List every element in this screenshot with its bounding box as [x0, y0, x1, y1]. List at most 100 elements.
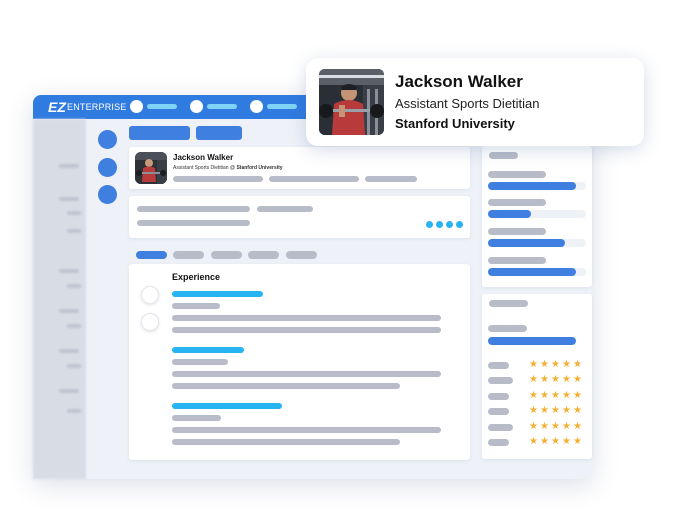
placeholder-line	[172, 359, 228, 365]
star-icon[interactable]: ★	[540, 360, 549, 370]
star-icon[interactable]: ★	[562, 390, 571, 401]
star-icon[interactable]: ★	[529, 360, 538, 370]
placeholder-line	[172, 415, 221, 421]
star-icon[interactable]: ★	[562, 437, 571, 447]
tab[interactable]	[248, 251, 279, 259]
sidebar-panel	[33, 119, 86, 479]
job-title[interactable]	[172, 403, 282, 409]
sidebar-item[interactable]	[67, 284, 81, 288]
star-icon[interactable]: ★	[540, 406, 549, 416]
pager-dot[interactable]	[436, 221, 443, 228]
star-icon[interactable]: ★	[562, 360, 571, 370]
sidebar-item[interactable]	[59, 197, 79, 201]
star-icon[interactable]: ★	[573, 421, 582, 432]
star-icon[interactable]: ★	[573, 360, 582, 370]
nav-dot-1[interactable]	[130, 100, 143, 113]
tab[interactable]	[173, 251, 204, 259]
star-icon[interactable]: ★	[540, 437, 549, 447]
star-icon[interactable]: ★	[529, 390, 538, 401]
action-button-1[interactable]	[129, 126, 190, 140]
skill-label	[488, 171, 546, 178]
nav-link-3[interactable]	[267, 104, 297, 109]
rating-label	[488, 423, 513, 431]
card-title	[489, 152, 518, 159]
sidebar-item[interactable]	[59, 309, 79, 313]
tab[interactable]	[211, 251, 242, 259]
sidebar-item[interactable]	[59, 269, 79, 273]
star-icon[interactable]: ★	[551, 406, 560, 416]
profile-org: Stanford University	[236, 165, 283, 171]
pager-dot[interactable]	[446, 221, 453, 228]
placeholder-line	[365, 176, 417, 182]
pager-dot[interactable]	[426, 221, 433, 228]
ratings-card: ★ ★ ★ ★ ★ ★ ★ ★ ★ ★ ★ ★ ★ ★ ★ ★ ★ ★ ★ ★ ★ ★ ★ ★ ★ ★ ★ ★ ★ ★	[482, 294, 592, 459]
avatar-photo	[135, 152, 167, 184]
nav-dot-2[interactable]	[190, 100, 203, 113]
star-icon[interactable]: ★	[562, 375, 571, 385]
skill-label	[488, 228, 546, 235]
star-icon[interactable]: ★	[529, 421, 538, 432]
skills-card	[482, 146, 592, 287]
placeholder-line	[172, 315, 441, 321]
star-icon[interactable]: ★	[540, 390, 549, 401]
star-icon[interactable]: ★	[573, 390, 582, 401]
tab[interactable]	[286, 251, 317, 259]
star-icon[interactable]: ★	[562, 421, 571, 432]
placeholder-line	[257, 206, 313, 212]
placeholder-line	[172, 303, 220, 309]
star-icon[interactable]: ★	[540, 421, 549, 432]
nav-link-2[interactable]	[207, 104, 237, 109]
skill-bar	[488, 182, 576, 190]
star-icon[interactable]: ★	[551, 360, 560, 370]
star-icon[interactable]: ★	[573, 437, 582, 447]
pager-dot[interactable]	[456, 221, 463, 228]
placeholder-line	[137, 206, 250, 212]
sidebar-item[interactable]	[67, 364, 81, 368]
star-icon[interactable]: ★	[529, 375, 538, 385]
star-icon[interactable]: ★	[551, 437, 560, 447]
nav-circle-2[interactable]	[98, 158, 117, 177]
placeholder-line	[269, 176, 359, 182]
action-button-2[interactable]	[196, 126, 242, 140]
sidebar-item[interactable]	[67, 211, 81, 215]
nav-circle-1[interactable]	[98, 130, 117, 149]
placeholder-line	[172, 383, 400, 389]
nav-dot-3[interactable]	[250, 100, 263, 113]
profile-subtitle: Assistant Sports Dietitian @ Stanford Un…	[173, 165, 283, 171]
star-icon[interactable]: ★	[529, 437, 538, 447]
star-icon[interactable]: ★	[540, 375, 549, 385]
job-title[interactable]	[172, 291, 263, 297]
rating-label	[488, 439, 509, 446]
experience-card: Experience	[129, 264, 470, 460]
timeline-dot-icon[interactable]	[141, 286, 159, 304]
skill-bar	[488, 210, 531, 218]
sidebar-item[interactable]	[67, 229, 81, 233]
placeholder-line	[173, 176, 263, 182]
timeline-dot-icon[interactable]	[141, 313, 159, 331]
experience-heading: Experience	[172, 272, 221, 282]
skill-bar	[488, 268, 576, 276]
star-icon[interactable]: ★	[573, 406, 582, 416]
sidebar-item[interactable]	[59, 349, 79, 353]
sidebar-item[interactable]	[59, 389, 79, 393]
profile-card: Jackson Walker Assistant Sports Dietitia…	[129, 147, 470, 189]
app-logo[interactable]: EZ	[48, 99, 66, 115]
star-icon[interactable]: ★	[573, 375, 582, 385]
star-icon[interactable]: ★	[551, 375, 560, 385]
star-icon[interactable]: ★	[562, 406, 571, 416]
tab-active[interactable]	[136, 251, 167, 259]
star-icon[interactable]: ★	[551, 421, 560, 432]
placeholder-line	[172, 371, 441, 377]
star-icon[interactable]: ★	[551, 390, 560, 401]
sidebar-item[interactable]	[67, 324, 81, 328]
star-icon[interactable]: ★	[529, 406, 538, 416]
rating-label	[488, 377, 513, 385]
skill-label	[488, 257, 546, 264]
popup-org: Stanford University	[395, 116, 515, 131]
nav-circle-3[interactable]	[98, 185, 117, 204]
sidebar-item[interactable]	[67, 409, 81, 413]
rating-bar	[488, 337, 576, 345]
job-title[interactable]	[172, 347, 244, 353]
nav-link-1[interactable]	[147, 104, 177, 109]
sidebar-item[interactable]	[59, 164, 79, 168]
